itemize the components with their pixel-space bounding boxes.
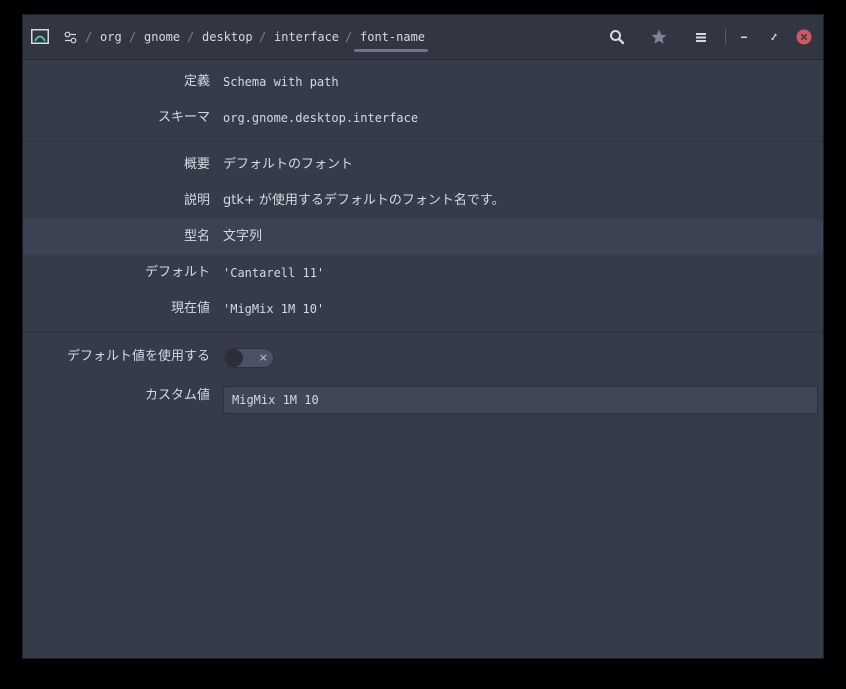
breadcrumb-separator: / [345,30,353,44]
header-separator [725,28,726,45]
close-icon [796,29,812,45]
property-value: org.gnome.desktop.interface [223,111,419,125]
property-row-type: 型名 文字列 [23,219,823,255]
breadcrumb-separator: / [259,30,267,44]
custom-value-label: カスタム値 [144,388,210,403]
active-breadcrumb-indicator [354,49,428,52]
use-default-label: デフォルト値を使用する [66,349,210,364]
star-icon [651,29,667,44]
switch-off-icon: × [258,351,268,364]
breadcrumb-separator: / [85,30,93,44]
breadcrumb-separator: / [187,30,195,44]
close-button[interactable] [792,25,816,49]
property-value: gtk+ が使用するデフォルトのフォント名です。 [223,193,505,208]
property-row-description: 説明 gtk+ が使用するデフォルトのフォント名です。 [23,183,823,219]
property-value: 'MigMix 1M 10' [223,302,325,316]
property-value: 文字列 [223,229,263,244]
property-row-schema: スキーマ org.gnome.desktop.interface [23,100,823,136]
breadcrumb-interface[interactable]: interface [274,30,339,45]
header-bar: / org / gnome / desktop / interface / fo… [23,15,823,60]
breadcrumb-font-name[interactable]: font-name [360,30,425,45]
breadcrumb-separator: / [129,30,137,44]
dconf-editor-window: / org / gnome / desktop / interface / fo… [23,15,823,658]
main-menu-button[interactable] [689,25,713,49]
breadcrumb-gnome[interactable]: gnome [144,30,180,45]
use-default-switch[interactable]: × [224,348,274,368]
property-row-summary: 概要 デフォルトのフォント [23,147,823,183]
custom-value-input[interactable] [223,386,818,414]
restore-icon [771,33,777,41]
section-divider [23,141,823,142]
switch-knob [225,349,243,367]
section-divider [23,331,823,332]
property-row-default: デフォルト 'Cantarell 11' [23,255,823,291]
property-label: 型名 [183,229,210,244]
property-value: デフォルトのフォント [223,157,354,172]
breadcrumb-org[interactable]: org [100,30,122,45]
search-icon [610,30,625,45]
use-default-row: デフォルト値を使用する [23,339,823,375]
minimize-icon [741,36,747,38]
search-button[interactable] [605,25,629,49]
restore-button[interactable] [762,25,786,49]
minimize-button[interactable] [732,25,756,49]
property-label: デフォルト [144,265,210,280]
settings-toggles-icon[interactable] [64,31,77,44]
bookmark-button[interactable] [647,25,671,49]
dconf-editor-icon [31,29,49,44]
property-row-current-value: 現在値 'MigMix 1M 10' [23,291,823,327]
property-label: 現在値 [170,301,210,316]
property-label: 概要 [183,157,210,172]
hamburger-menu-icon [696,33,706,42]
breadcrumb-desktop[interactable]: desktop [202,30,253,45]
property-label: 定義 [183,74,210,89]
property-row-definition: 定義 Schema with path [23,64,823,100]
property-value: Schema with path [223,75,339,89]
property-value: 'Cantarell 11' [223,266,325,280]
property-label: スキーマ [157,110,210,125]
property-label: 説明 [183,193,210,208]
